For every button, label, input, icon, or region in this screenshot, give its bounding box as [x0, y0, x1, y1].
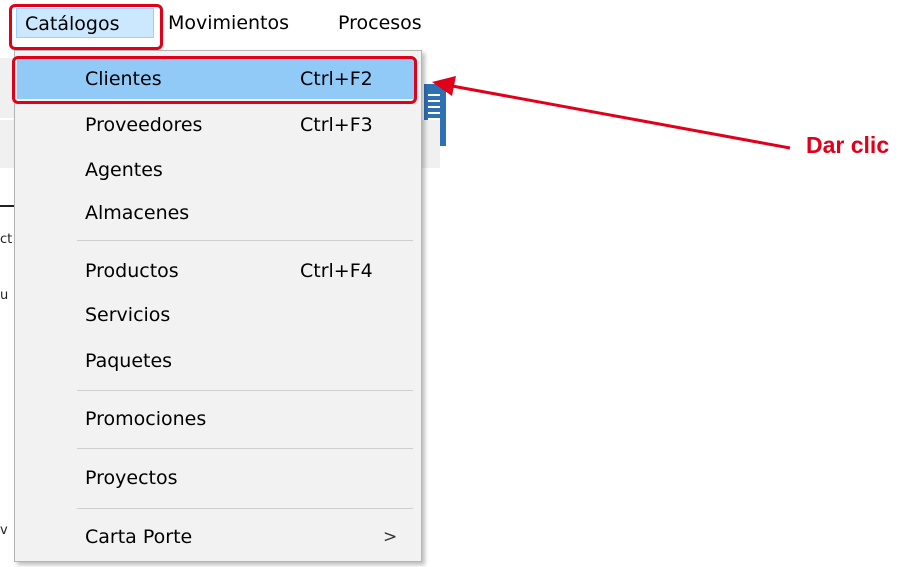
annotation-arrow	[432, 76, 791, 150]
annotation-label: Dar clic	[806, 132, 890, 158]
